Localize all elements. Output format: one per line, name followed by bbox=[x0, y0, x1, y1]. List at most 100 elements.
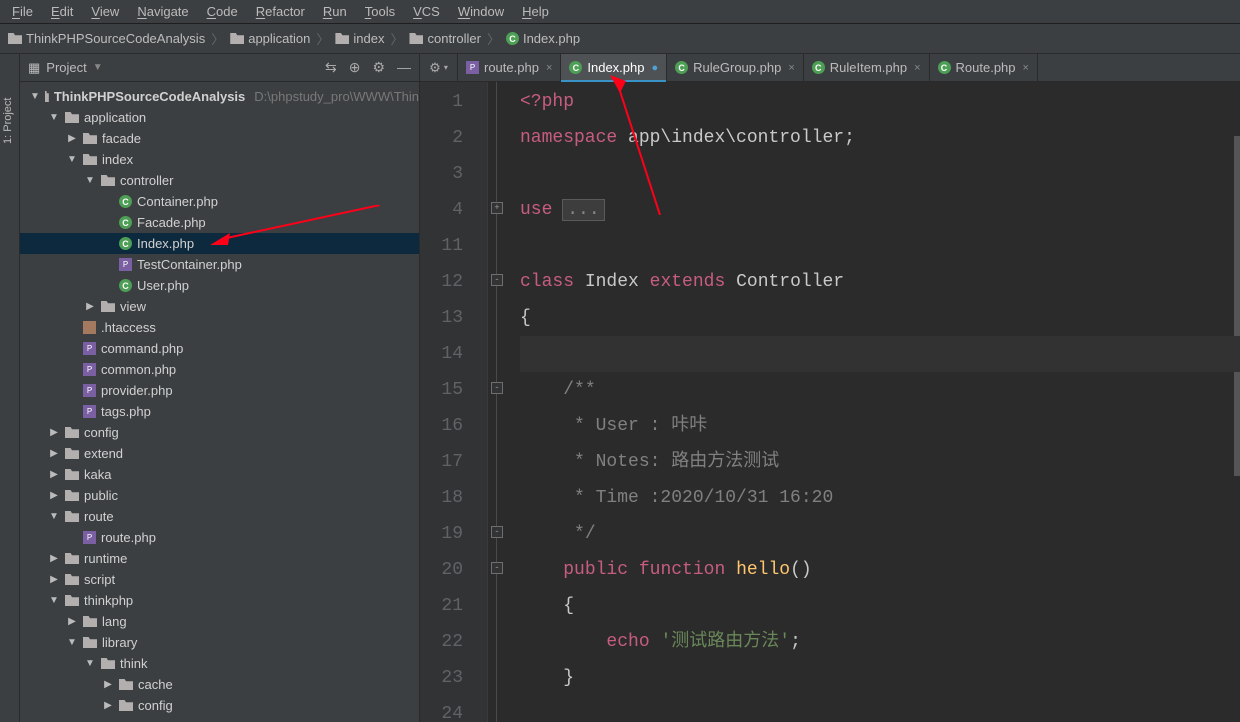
line-number: 18 bbox=[420, 480, 463, 516]
menu-vcs[interactable]: VCS bbox=[405, 2, 448, 21]
menu-tools[interactable]: Tools bbox=[357, 2, 403, 21]
code-line[interactable]: namespace app\index\controller; bbox=[520, 120, 1240, 156]
project-panel-action-3[interactable]: — bbox=[397, 59, 411, 76]
tree-item-view[interactable]: ▶view bbox=[20, 296, 419, 317]
tree-item-script[interactable]: ▶script bbox=[20, 569, 419, 590]
tree-item-command-php[interactable]: Pcommand.php bbox=[20, 338, 419, 359]
project-panel-action-2[interactable]: ⚙ bbox=[372, 59, 385, 76]
line-number: 19 bbox=[420, 516, 463, 552]
editor-tab-ruleitem-php[interactable]: CRuleItem.php× bbox=[804, 54, 930, 81]
code-line[interactable]: public function hello() bbox=[520, 552, 1240, 588]
close-tab-icon[interactable]: × bbox=[546, 62, 552, 74]
code-line[interactable]: class Index extends Controller bbox=[520, 264, 1240, 300]
tree-item-application[interactable]: ▼application bbox=[20, 107, 419, 128]
tree-item--htaccess[interactable]: .htaccess bbox=[20, 317, 419, 338]
menu-help[interactable]: Help bbox=[514, 2, 557, 21]
code-editor[interactable]: 12341112131415161718192021222324 +---- <… bbox=[420, 82, 1240, 722]
tree-item-label: controller bbox=[120, 173, 173, 188]
tree-item-think[interactable]: ▼think bbox=[20, 653, 419, 674]
dirty-indicator-icon[interactable]: ● bbox=[651, 62, 658, 74]
tabs-gear-button[interactable]: ⚙ ▾ bbox=[420, 54, 458, 81]
tree-item-tags-php[interactable]: Ptags.php bbox=[20, 401, 419, 422]
tree-item-facade-php[interactable]: CFacade.php bbox=[20, 212, 419, 233]
tree-item-kaka[interactable]: ▶kaka bbox=[20, 464, 419, 485]
tree-item-lang[interactable]: ▶lang bbox=[20, 611, 419, 632]
project-tree[interactable]: ▼ThinkPHPSourceCodeAnalysisD:\phpstudy_p… bbox=[20, 82, 419, 722]
tree-item-facade[interactable]: ▶facade bbox=[20, 128, 419, 149]
editor-tab-label: Index.php bbox=[587, 60, 644, 75]
tree-item-common-php[interactable]: Pcommon.php bbox=[20, 359, 419, 380]
code-line[interactable] bbox=[520, 696, 1240, 722]
fold-toggle-icon[interactable]: - bbox=[491, 526, 503, 538]
tree-item-config[interactable]: ▶config bbox=[20, 695, 419, 716]
menu-code[interactable]: Code bbox=[199, 2, 246, 21]
tree-item-controller[interactable]: ▼controller bbox=[20, 170, 419, 191]
project-panel-action-0[interactable]: ⇆ bbox=[325, 59, 337, 76]
fold-toggle-icon[interactable]: - bbox=[491, 274, 503, 286]
tree-item-runtime[interactable]: ▶runtime bbox=[20, 548, 419, 569]
fold-toggle-icon[interactable]: - bbox=[491, 382, 503, 394]
folder-icon bbox=[65, 112, 79, 123]
tree-item-index[interactable]: ▼index bbox=[20, 149, 419, 170]
folder-icon bbox=[65, 595, 79, 606]
folder-icon bbox=[65, 427, 79, 438]
tree-item-index-php[interactable]: CIndex.php bbox=[20, 233, 419, 254]
close-tab-icon[interactable]: × bbox=[1023, 62, 1029, 74]
tree-item-public[interactable]: ▶public bbox=[20, 485, 419, 506]
close-tab-icon[interactable]: × bbox=[788, 62, 794, 74]
tree-item-container-php[interactable]: CContainer.php bbox=[20, 191, 419, 212]
code-line[interactable]: { bbox=[520, 300, 1240, 336]
code-line[interactable]: echo '测试路由方法'; bbox=[520, 624, 1240, 660]
project-tool-tab[interactable]: 1: Project bbox=[2, 98, 14, 144]
class-icon: C bbox=[119, 279, 132, 292]
tree-item-user-php[interactable]: CUser.php bbox=[20, 275, 419, 296]
code-line[interactable]: { bbox=[520, 588, 1240, 624]
tree-item-library[interactable]: ▼library bbox=[20, 632, 419, 653]
tree-item-provider-php[interactable]: Pprovider.php bbox=[20, 380, 419, 401]
code-body[interactable]: <?phpnamespace app\index\controller; use… bbox=[506, 82, 1240, 722]
menu-refactor[interactable]: Refactor bbox=[248, 2, 313, 21]
tree-item-extend[interactable]: ▶extend bbox=[20, 443, 419, 464]
code-line[interactable]: */ bbox=[520, 516, 1240, 552]
code-line[interactable] bbox=[520, 228, 1240, 264]
tree-item-cache[interactable]: ▶cache bbox=[20, 674, 419, 695]
code-line[interactable]: /** bbox=[520, 372, 1240, 408]
tree-item-route[interactable]: ▼route bbox=[20, 506, 419, 527]
tree-item-label: index bbox=[102, 152, 133, 167]
tree-root[interactable]: ▼ThinkPHPSourceCodeAnalysisD:\phpstudy_p… bbox=[20, 86, 419, 107]
menu-file[interactable]: File bbox=[4, 2, 41, 21]
code-line[interactable]: * Time :2020/10/31 16:20 bbox=[520, 480, 1240, 516]
php-file-icon: P bbox=[83, 342, 96, 355]
code-line[interactable]: <?php bbox=[520, 84, 1240, 120]
tree-item-testcontainer-php[interactable]: PTestContainer.php bbox=[20, 254, 419, 275]
editor-tab-label: RuleItem.php bbox=[830, 60, 907, 75]
code-line[interactable]: } bbox=[520, 660, 1240, 696]
code-line[interactable]: * User : 咔咔 bbox=[520, 408, 1240, 444]
breadcrumb[interactable]: ThinkPHPSourceCodeAnalysis〉application〉i… bbox=[8, 29, 580, 48]
editor-tab-route-php[interactable]: Proute.php× bbox=[458, 54, 561, 81]
line-number: 17 bbox=[420, 444, 463, 480]
code-line[interactable]: * Notes: 路由方法测试 bbox=[520, 444, 1240, 480]
tree-item-route-php[interactable]: Proute.php bbox=[20, 527, 419, 548]
menu-run[interactable]: Run bbox=[315, 2, 355, 21]
chevron-down-icon[interactable]: ▼ bbox=[93, 62, 103, 73]
close-tab-icon[interactable]: × bbox=[914, 62, 920, 74]
fold-column[interactable]: + - - - - bbox=[488, 82, 506, 722]
menu-view[interactable]: View bbox=[83, 2, 127, 21]
code-line[interactable]: use ... bbox=[520, 192, 1240, 228]
menu-window[interactable]: Window bbox=[450, 2, 512, 21]
editor-tab-rulegroup-php[interactable]: CRuleGroup.php× bbox=[667, 54, 804, 81]
editor-tab-route-php[interactable]: CRoute.php× bbox=[930, 54, 1038, 81]
line-number: 4 bbox=[420, 192, 463, 228]
tree-item-label: application bbox=[84, 110, 146, 125]
editor-tab-index-php[interactable]: CIndex.php● bbox=[561, 54, 667, 81]
fold-toggle-icon[interactable]: + bbox=[491, 202, 503, 214]
code-line[interactable] bbox=[520, 156, 1240, 192]
fold-toggle-icon[interactable]: - bbox=[491, 562, 503, 574]
tree-item-config[interactable]: ▶config bbox=[20, 422, 419, 443]
code-line[interactable] bbox=[520, 336, 1240, 372]
menu-edit[interactable]: Edit bbox=[43, 2, 81, 21]
project-panel-action-1[interactable]: ⊕ bbox=[349, 59, 361, 76]
tree-item-thinkphp[interactable]: ▼thinkphp bbox=[20, 590, 419, 611]
menu-navigate[interactable]: Navigate bbox=[129, 2, 196, 21]
